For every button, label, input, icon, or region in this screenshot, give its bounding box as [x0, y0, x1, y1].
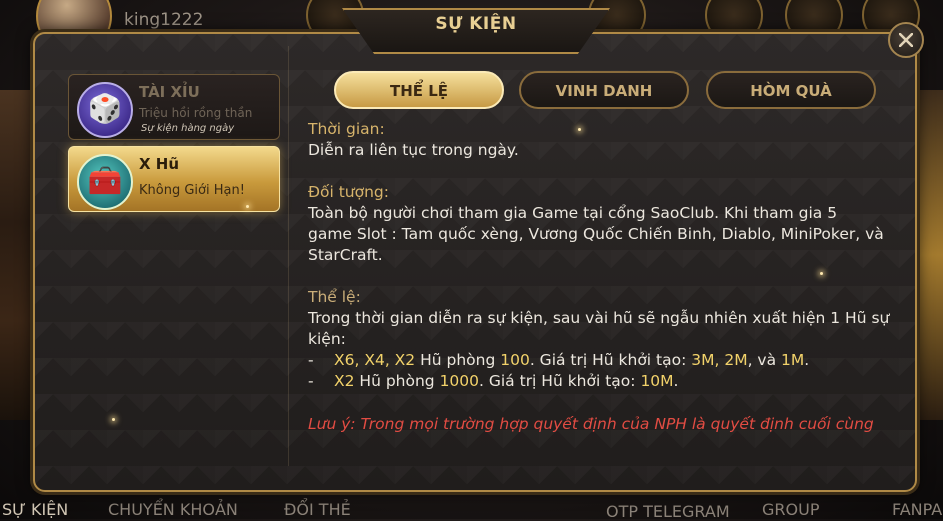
text: . — [804, 351, 810, 369]
target-line: Toàn bộ người chơi tham gia Game tại cổn… — [308, 204, 838, 222]
sparkle — [112, 418, 115, 421]
bullet-mark: - — [308, 372, 314, 390]
bottom-tab-events[interactable]: SỰ KIỆN — [2, 500, 68, 519]
bullet-mark: - — [308, 351, 314, 369]
modal-title: SỰ KIỆN — [435, 14, 517, 34]
dice-icon: 🎲 — [77, 82, 133, 138]
multipliers: X2 — [334, 372, 355, 390]
rules-line: Trong thời gian diễn ra sự kiện, sau vài… — [308, 309, 890, 327]
bottom-tab-group[interactable]: GROUP — [762, 500, 819, 519]
tab-honors[interactable]: VINH DANH — [519, 71, 689, 109]
rules-line: kiện: — [308, 330, 346, 348]
target-line: StarCraft. — [308, 246, 383, 264]
time-text: Diễn ra liên tục trong ngày. — [308, 141, 519, 159]
note-text: Lưu ý: Trong mọi trường hợp quyết định c… — [308, 415, 874, 433]
background-right-games — [920, 90, 943, 420]
tab-rules[interactable]: THỂ LỆ — [334, 71, 504, 109]
jackpot-value-last: 1M — [781, 351, 805, 369]
event-subtitle: Triệu hồi rồng thần — [139, 106, 253, 120]
event-name: X Hũ — [139, 155, 180, 173]
rule-bullet-2: - X2 Hũ phòng 1000. Giá trị Hũ khởi tạo: … — [308, 371, 900, 392]
text: . Giá trị Hũ khởi tạo: — [529, 351, 692, 369]
event-name: TÀI XỈU — [139, 83, 200, 101]
text: , và — [747, 351, 782, 369]
bottom-tab-card-exchange[interactable]: ĐỔI THẺ — [284, 500, 351, 519]
bottom-tab-fanpage[interactable]: FANPA — [892, 500, 942, 519]
tab-gift-box[interactable]: HÒM QUÀ — [706, 71, 876, 109]
event-item-x-hu[interactable]: 🧰 X Hũ Không Giới Hạn! — [68, 146, 280, 212]
text: Hũ phòng — [415, 351, 501, 369]
target-line: game Slot : Tam quốc xèng, Vương Quốc Ch… — [308, 225, 884, 243]
sparkle — [578, 128, 581, 131]
panel-divider — [288, 46, 289, 466]
rules-label: Thể lệ: — [308, 288, 361, 306]
sparkle — [246, 205, 249, 208]
text: . — [673, 372, 679, 390]
bottom-tab-transfer[interactable]: CHUYỂN KHOẢN — [108, 500, 238, 519]
rules-content: Thời gian: Diễn ra liên tục trong ngày. … — [308, 119, 900, 435]
event-item-tai-xiu[interactable]: 🎲 TÀI XỈU Triệu hồi rồng thần Sự kiện hà… — [68, 74, 280, 140]
multipliers: X6, X4, X2 — [334, 351, 416, 369]
sparkle — [820, 272, 823, 275]
close-button[interactable] — [888, 22, 924, 58]
room-value: 100 — [500, 351, 530, 369]
close-icon — [899, 33, 913, 47]
event-subtitle-secondary: Sự kiện hàng ngày — [141, 123, 235, 134]
treasure-chest-icon: 🧰 — [77, 154, 133, 210]
jackpot-values: 10M — [640, 372, 674, 390]
text: Hũ phòng — [354, 372, 440, 390]
rule-bullet-1: - X6, X4, X2 Hũ phòng 100. Giá trị Hũ khở… — [308, 350, 900, 371]
background-left-games — [0, 90, 30, 420]
target-label: Đối tượng: — [308, 183, 389, 201]
text: . Giá trị Hũ khởi tạo: — [479, 372, 641, 390]
room-value: 1000 — [439, 372, 480, 390]
jackpot-values: 3M, 2M — [691, 351, 748, 369]
time-label: Thời gian: — [308, 120, 385, 138]
event-subtitle: Không Giới Hạn! — [139, 183, 245, 198]
background-bottom-bar: SỰ KIỆN CHUYỂN KHOẢN ĐỔI THẺ OTP TELEGRA… — [0, 492, 943, 521]
bottom-tab-otp-telegram[interactable]: OTP TELEGRAM — [606, 502, 730, 521]
username: king1222 — [124, 10, 204, 30]
